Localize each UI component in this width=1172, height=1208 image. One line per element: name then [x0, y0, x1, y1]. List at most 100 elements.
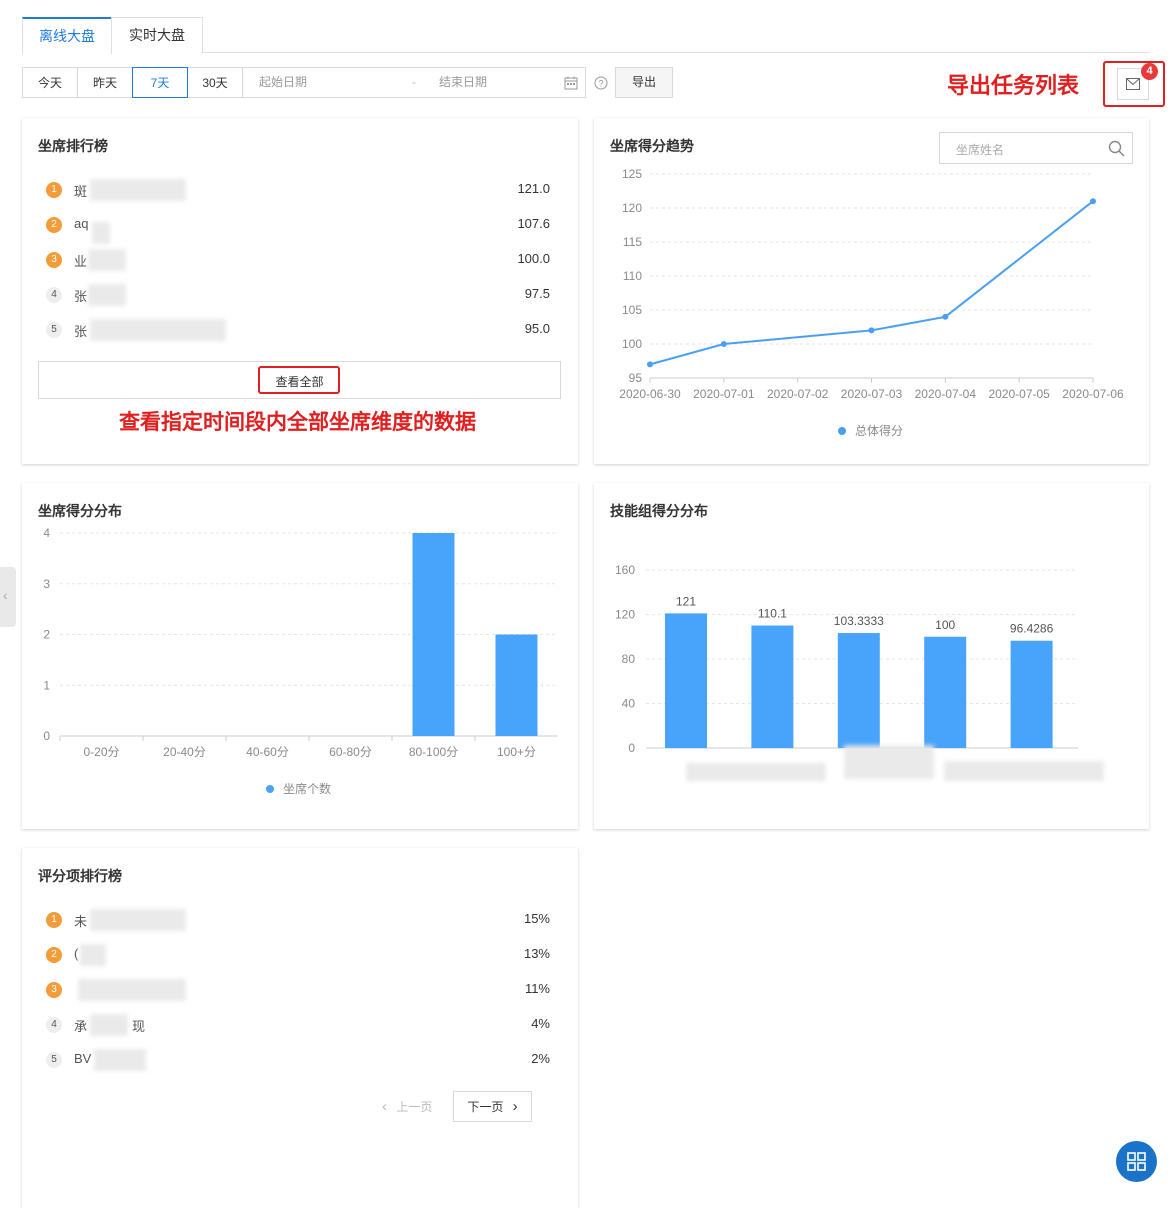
- score-trend-card: 坐席得分趋势 坐席姓名 95 100 105 110 115 120 125 2020-06-…: [594, 118, 1149, 464]
- item-name: 未: [74, 914, 88, 929]
- redacted-name: [78, 979, 186, 1001]
- legend-label: 坐席个数: [283, 781, 331, 796]
- x-tick-label: 2020-07-02: [767, 387, 829, 401]
- redacted-name: [90, 909, 186, 931]
- agent-name: 斑: [74, 184, 88, 199]
- bar: [1010, 640, 1053, 748]
- tab-offline[interactable]: 离线大盘: [22, 17, 112, 54]
- range-7days-button[interactable]: 7天: [132, 67, 188, 98]
- agent-score: 121.0: [517, 181, 550, 196]
- redacted-name: [94, 1049, 146, 1071]
- list-item[interactable]: 1 斑 121.0: [22, 179, 562, 201]
- rank-badge: 4: [46, 1017, 62, 1033]
- end-date-input[interactable]: 结束日期: [439, 68, 487, 97]
- redacted-category: [844, 745, 934, 779]
- mail-icon: [1126, 78, 1140, 90]
- agent-score: 95.0: [524, 321, 550, 336]
- view-all-annotation: 查看指定时间段内全部坐席维度的数据: [119, 411, 476, 434]
- list-item[interactable]: 2 ( 13%: [22, 944, 562, 966]
- y-tick-label: 120: [615, 608, 635, 622]
- range-30days-button[interactable]: 30天: [187, 67, 243, 98]
- data-label: 110.1: [758, 607, 787, 621]
- export-button[interactable]: 导出: [615, 67, 673, 98]
- item-ratio: 4%: [531, 1016, 550, 1031]
- rank-badge: 4: [46, 287, 62, 303]
- item-ranking-title: 评分项排行榜: [38, 868, 122, 884]
- export-tasks-annotation: 导出任务列表: [947, 73, 1080, 98]
- range-today-button[interactable]: 今天: [22, 67, 78, 98]
- list-item[interactable]: 5 BV 2%: [22, 1049, 562, 1071]
- list-item[interactable]: 1 未 15%: [22, 909, 562, 931]
- x-tick-label: 100+分: [497, 745, 536, 759]
- redacted-name: [92, 222, 110, 244]
- chevron-right-icon: ›: [512, 1098, 518, 1115]
- date-range-picker[interactable]: 起始日期 - 结束日期: [242, 67, 586, 98]
- rank-badge: 5: [46, 1052, 62, 1068]
- redacted-name: [88, 284, 126, 306]
- list-item[interactable]: 4 张 97.5: [22, 284, 562, 306]
- item-name: 承: [74, 1019, 88, 1034]
- list-item[interactable]: 3 11%: [22, 979, 562, 1001]
- item-ratio: 11%: [524, 981, 550, 996]
- list-item[interactable]: 3 业 100.0: [22, 249, 562, 271]
- agent-score: 107.6: [517, 216, 550, 231]
- list-item[interactable]: 5 张 95.0: [22, 319, 562, 341]
- data-point: [868, 327, 875, 334]
- next-page-label: 下一页: [467, 1100, 504, 1114]
- y-tick-label: 1: [43, 678, 50, 692]
- start-date-input[interactable]: 起始日期: [259, 68, 307, 97]
- app-grid-button[interactable]: [1116, 1141, 1157, 1182]
- rank-badge: 5: [46, 322, 62, 338]
- y-tick-label: 40: [622, 697, 636, 711]
- y-tick-label: 100: [622, 337, 642, 351]
- y-tick-label: 95: [629, 371, 643, 385]
- tab-divider: [201, 52, 1149, 53]
- calendar-icon[interactable]: [564, 76, 578, 90]
- svg-text:?: ?: [598, 79, 603, 89]
- date-range-separator: -: [412, 75, 416, 89]
- y-tick-label: 125: [622, 167, 642, 181]
- data-point: [942, 313, 949, 320]
- agent-ranking-card: 坐席排行榜 1 斑 121.0 2 aq 107.6 3 业 100.0 4 张…: [22, 118, 578, 464]
- item-ranking-card: 评分项排行榜 1 未 15% 2 ( 13% 3 11% 4 承 现 4% 5 …: [22, 848, 578, 1208]
- item-ratio: 2%: [531, 1051, 550, 1066]
- skill-group-card: 技能组得分分布 0 40 80 120 160 121 110.1 103.3333 100 96…: [594, 483, 1149, 829]
- x-tick-label: 2020-07-06: [1062, 387, 1124, 401]
- prev-page-button[interactable]: ‹ 上一页: [382, 1091, 432, 1122]
- view-all-highlight: [258, 366, 340, 394]
- rank-badge: 3: [46, 252, 62, 268]
- data-point: [1090, 198, 1096, 205]
- x-tick-label: 0-20分: [83, 745, 119, 759]
- list-item[interactable]: 2 aq 107.6: [22, 214, 562, 244]
- data-label: 96.4286: [1010, 622, 1054, 636]
- item-name: BV: [74, 1051, 92, 1066]
- redacted-name: [90, 319, 226, 341]
- export-tasks-badge: 4: [1141, 63, 1158, 80]
- chevron-left-icon: ‹: [3, 587, 8, 603]
- rank-badge: 1: [46, 182, 62, 198]
- y-tick-label: 80: [622, 652, 636, 666]
- bar: [751, 625, 794, 748]
- bar: [412, 533, 455, 736]
- bar: [665, 613, 707, 748]
- sidebar-toggle[interactable]: ‹: [0, 567, 16, 627]
- data-label: 100: [935, 618, 955, 632]
- data-label: 103.3333: [834, 614, 884, 628]
- item-name-suffix: 现: [132, 1019, 146, 1034]
- next-page-button[interactable]: 下一页 ›: [453, 1091, 532, 1122]
- redacted-name: [90, 1014, 128, 1036]
- agent-name: 张: [74, 324, 88, 339]
- y-tick-label: 120: [622, 201, 642, 215]
- score-trend-chart: 95 100 105 110 115 120 125 2020-06-30 2020-07-01…: [619, 167, 1124, 438]
- y-tick-label: 3: [43, 577, 50, 591]
- tab-realtime[interactable]: 实时大盘: [111, 17, 203, 53]
- y-tick-label: 0: [628, 741, 635, 755]
- help-icon[interactable]: ?: [594, 76, 608, 90]
- list-item[interactable]: 4 承 现 4%: [22, 1014, 562, 1036]
- x-tick-label: 2020-06-30: [619, 387, 681, 401]
- redacted-category: [944, 761, 1104, 781]
- range-yesterday-button[interactable]: 昨天: [77, 67, 133, 98]
- item-ratio: 13%: [523, 946, 550, 961]
- y-tick-label: 160: [615, 563, 635, 577]
- rank-badge: 2: [46, 947, 62, 963]
